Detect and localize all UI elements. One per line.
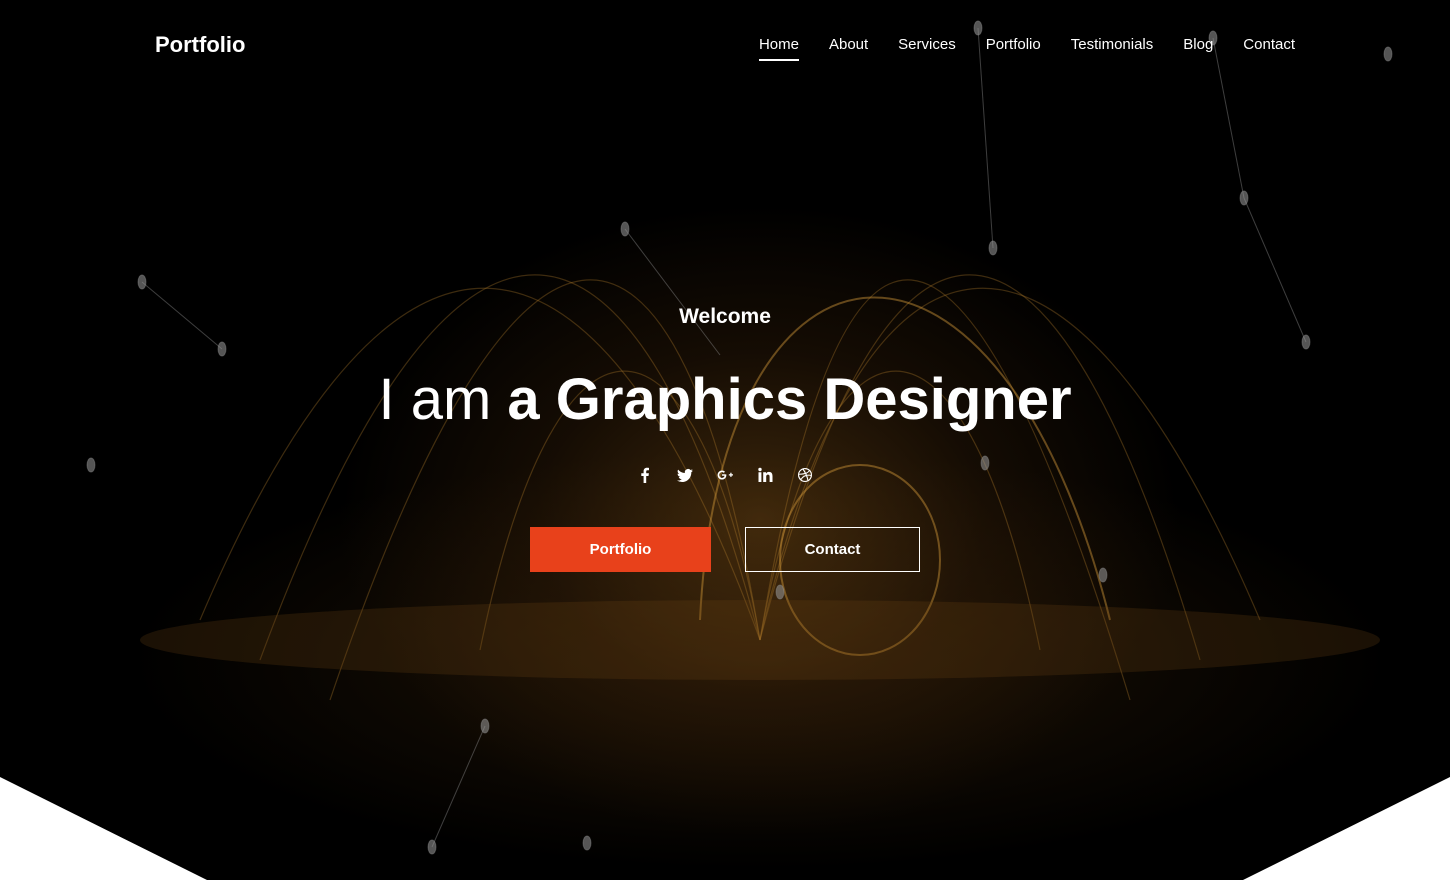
nav-link-services[interactable]: Services xyxy=(898,36,956,59)
contact-button[interactable]: Contact xyxy=(745,527,920,572)
hero-headline: I am a Graphics Designer xyxy=(0,364,1450,436)
welcome-text: Welcome xyxy=(679,305,771,328)
nav-link-blog[interactable]: Blog xyxy=(1183,36,1213,59)
nav-item-testimonials: Testimonials xyxy=(1071,36,1154,61)
nav-item-services: Services xyxy=(898,36,956,61)
headline-bold-part: a Graphics Designer xyxy=(507,367,1072,432)
nav-link-about[interactable]: About xyxy=(829,36,868,59)
nav-item-contact: Contact xyxy=(1243,36,1295,61)
top-navbar: Portfolio Home About Services Portfolio … xyxy=(0,0,1450,92)
dribbble-icon[interactable] xyxy=(794,464,816,486)
linkedin-icon[interactable] xyxy=(754,464,776,486)
background-sparks-image xyxy=(86,20,1393,855)
nav-link-contact[interactable]: Contact xyxy=(1243,36,1295,59)
google-plus-icon[interactable] xyxy=(714,464,736,486)
nav-link-testimonials[interactable]: Testimonials xyxy=(1071,36,1154,59)
nav-item-home: Home xyxy=(758,36,799,61)
main-nav: Home About Services Portfolio Testimonia… xyxy=(758,36,1295,61)
nav-item-about: About xyxy=(829,36,868,61)
hero-section: Portfolio Home About Services Portfolio … xyxy=(0,0,1450,880)
social-links xyxy=(0,464,1450,486)
brand-logo[interactable]: Portfolio xyxy=(155,32,245,58)
nav-item-portfolio: Portfolio xyxy=(986,36,1041,61)
nav-link-home[interactable]: Home xyxy=(758,36,799,61)
portfolio-button[interactable]: Portfolio xyxy=(530,527,711,572)
twitter-icon[interactable] xyxy=(674,464,696,486)
facebook-icon[interactable] xyxy=(634,464,656,486)
nav-item-blog: Blog xyxy=(1183,36,1213,61)
nav-link-portfolio[interactable]: Portfolio xyxy=(986,36,1041,59)
headline-light-part: I am xyxy=(378,367,492,432)
